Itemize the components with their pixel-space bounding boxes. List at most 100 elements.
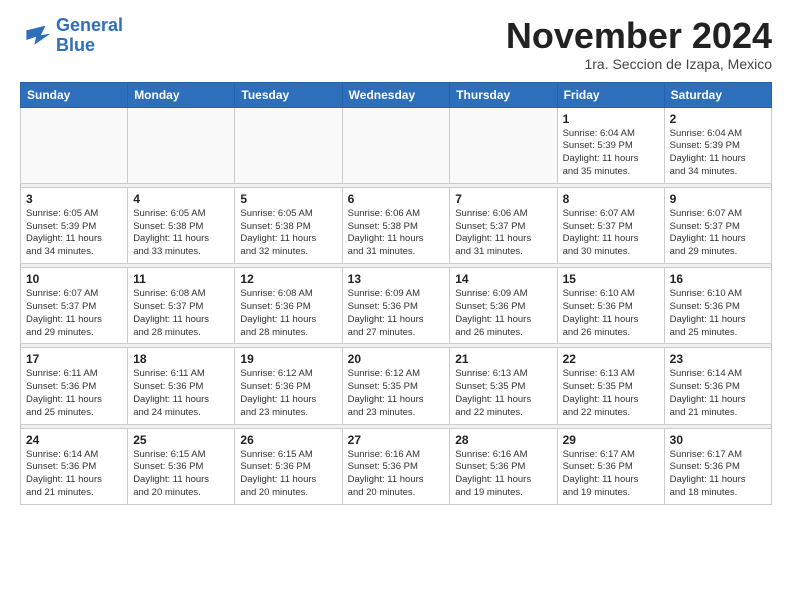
header: General Blue November 2024 1ra. Seccion …	[20, 16, 772, 72]
day-number: 2	[670, 112, 766, 126]
day-number: 12	[240, 272, 336, 286]
day-detail: Sunrise: 6:08 AMSunset: 5:37 PMDaylight:…	[133, 288, 229, 339]
calendar-cell: 4 Sunrise: 6:05 AMSunset: 5:38 PMDaylight…	[128, 187, 235, 263]
day-detail: Sunrise: 6:07 AMSunset: 5:37 PMDaylight:…	[26, 288, 122, 339]
day-detail: Sunrise: 6:14 AMSunset: 5:36 PMDaylight:…	[26, 449, 122, 500]
calendar-cell: 3 Sunrise: 6:05 AMSunset: 5:39 PMDaylight…	[21, 187, 128, 263]
calendar-week-row: 1 Sunrise: 6:04 AMSunset: 5:39 PMDaylight…	[21, 107, 772, 183]
logo: General Blue	[20, 16, 123, 56]
day-number: 29	[563, 433, 659, 447]
day-number: 18	[133, 352, 229, 366]
calendar-cell: 6 Sunrise: 6:06 AMSunset: 5:38 PMDaylight…	[342, 187, 450, 263]
day-number: 13	[348, 272, 445, 286]
location-subtitle: 1ra. Seccion de Izapa, Mexico	[506, 56, 772, 72]
col-header-saturday: Saturday	[664, 82, 771, 107]
calendar-cell: 9 Sunrise: 6:07 AMSunset: 5:37 PMDaylight…	[664, 187, 771, 263]
calendar-cell: 19 Sunrise: 6:12 AMSunset: 5:36 PMDayligh…	[235, 348, 342, 424]
calendar-table: SundayMondayTuesdayWednesdayThursdayFrid…	[20, 82, 772, 505]
calendar-cell: 24 Sunrise: 6:14 AMSunset: 5:36 PMDayligh…	[21, 428, 128, 504]
month-title: November 2024	[506, 16, 772, 56]
calendar-cell	[342, 107, 450, 183]
calendar-cell: 28Sunrise: 6:16 AMSunset: 5:36 PMDayligh…	[450, 428, 557, 504]
col-header-sunday: Sunday	[21, 82, 128, 107]
day-number: 23	[670, 352, 766, 366]
day-number: 4	[133, 192, 229, 206]
day-detail: Sunrise: 6:05 AMSunset: 5:39 PMDaylight:…	[26, 208, 122, 259]
day-detail: Sunrise: 6:04 AMSunset: 5:39 PMDaylight:…	[670, 128, 766, 179]
day-number: 15	[563, 272, 659, 286]
day-number: 5	[240, 192, 336, 206]
day-number: 10	[26, 272, 122, 286]
calendar-cell: 26Sunrise: 6:15 AMSunset: 5:36 PMDayligh…	[235, 428, 342, 504]
day-detail: Sunrise: 6:06 AMSunset: 5:37 PMDaylight:…	[455, 208, 551, 259]
day-number: 19	[240, 352, 336, 366]
day-number: 6	[348, 192, 445, 206]
col-header-thursday: Thursday	[450, 82, 557, 107]
day-detail: Sunrise: 6:12 AMSunset: 5:35 PMDaylight:…	[348, 368, 445, 419]
calendar-header-row: SundayMondayTuesdayWednesdayThursdayFrid…	[21, 82, 772, 107]
day-number: 17	[26, 352, 122, 366]
calendar-cell: 2 Sunrise: 6:04 AMSunset: 5:39 PMDaylight…	[664, 107, 771, 183]
col-header-wednesday: Wednesday	[342, 82, 450, 107]
calendar-cell: 13Sunrise: 6:09 AMSunset: 5:36 PMDayligh…	[342, 268, 450, 344]
day-number: 9	[670, 192, 766, 206]
logo-line1: General	[56, 15, 123, 35]
day-detail: Sunrise: 6:17 AMSunset: 5:36 PMDaylight:…	[563, 449, 659, 500]
day-number: 25	[133, 433, 229, 447]
day-number: 26	[240, 433, 336, 447]
day-detail: Sunrise: 6:05 AMSunset: 5:38 PMDaylight:…	[240, 208, 336, 259]
calendar-cell: 27Sunrise: 6:16 AMSunset: 5:36 PMDayligh…	[342, 428, 450, 504]
day-number: 21	[455, 352, 551, 366]
day-detail: Sunrise: 6:13 AMSunset: 5:35 PMDaylight:…	[563, 368, 659, 419]
calendar-cell: 18 Sunrise: 6:11 AMSunset: 5:36 PMDayligh…	[128, 348, 235, 424]
day-detail: Sunrise: 6:07 AMSunset: 5:37 PMDaylight:…	[670, 208, 766, 259]
day-detail: Sunrise: 6:04 AMSunset: 5:39 PMDaylight:…	[563, 128, 659, 179]
day-number: 3	[26, 192, 122, 206]
calendar-week-row: 10 Sunrise: 6:07 AMSunset: 5:37 PMDayligh…	[21, 268, 772, 344]
day-number: 8	[563, 192, 659, 206]
day-number: 20	[348, 352, 445, 366]
logo-text: General Blue	[56, 16, 123, 56]
day-number: 22	[563, 352, 659, 366]
day-detail: Sunrise: 6:15 AMSunset: 5:36 PMDaylight:…	[133, 449, 229, 500]
calendar-cell: 25 Sunrise: 6:15 AMSunset: 5:36 PMDayligh…	[128, 428, 235, 504]
logo-bird-icon	[20, 22, 52, 50]
calendar-cell: 22 Sunrise: 6:13 AMSunset: 5:35 PMDayligh…	[557, 348, 664, 424]
calendar-cell	[450, 107, 557, 183]
day-number: 11	[133, 272, 229, 286]
calendar-cell	[235, 107, 342, 183]
calendar-cell: 8 Sunrise: 6:07 AMSunset: 5:37 PMDaylight…	[557, 187, 664, 263]
day-detail: Sunrise: 6:08 AMSunset: 5:36 PMDaylight:…	[240, 288, 336, 339]
day-detail: Sunrise: 6:11 AMSunset: 5:36 PMDaylight:…	[26, 368, 122, 419]
col-header-monday: Monday	[128, 82, 235, 107]
day-detail: Sunrise: 6:06 AMSunset: 5:38 PMDaylight:…	[348, 208, 445, 259]
day-detail: Sunrise: 6:11 AMSunset: 5:36 PMDaylight:…	[133, 368, 229, 419]
day-detail: Sunrise: 6:14 AMSunset: 5:36 PMDaylight:…	[670, 368, 766, 419]
col-header-friday: Friday	[557, 82, 664, 107]
title-area: November 2024 1ra. Seccion de Izapa, Mex…	[506, 16, 772, 72]
day-number: 16	[670, 272, 766, 286]
logo-line2: Blue	[56, 35, 95, 55]
calendar-cell: 7 Sunrise: 6:06 AMSunset: 5:37 PMDaylight…	[450, 187, 557, 263]
calendar-cell: 16 Sunrise: 6:10 AMSunset: 5:36 PMDayligh…	[664, 268, 771, 344]
day-number: 1	[563, 112, 659, 126]
day-detail: Sunrise: 6:07 AMSunset: 5:37 PMDaylight:…	[563, 208, 659, 259]
calendar-week-row: 24 Sunrise: 6:14 AMSunset: 5:36 PMDayligh…	[21, 428, 772, 504]
day-number: 30	[670, 433, 766, 447]
calendar-cell	[21, 107, 128, 183]
calendar-week-row: 17 Sunrise: 6:11 AMSunset: 5:36 PMDayligh…	[21, 348, 772, 424]
calendar-cell: 21 Sunrise: 6:13 AMSunset: 5:35 PMDayligh…	[450, 348, 557, 424]
day-detail: Sunrise: 6:05 AMSunset: 5:38 PMDaylight:…	[133, 208, 229, 259]
day-number: 14	[455, 272, 551, 286]
day-number: 24	[26, 433, 122, 447]
day-number: 7	[455, 192, 551, 206]
day-detail: Sunrise: 6:10 AMSunset: 5:36 PMDaylight:…	[670, 288, 766, 339]
calendar-cell	[128, 107, 235, 183]
day-detail: Sunrise: 6:13 AMSunset: 5:35 PMDaylight:…	[455, 368, 551, 419]
day-detail: Sunrise: 6:17 AMSunset: 5:36 PMDaylight:…	[670, 449, 766, 500]
day-detail: Sunrise: 6:16 AMSunset: 5:36 PMDaylight:…	[348, 449, 445, 500]
day-detail: Sunrise: 6:09 AMSunset: 5:36 PMDaylight:…	[455, 288, 551, 339]
day-detail: Sunrise: 6:16 AMSunset: 5:36 PMDaylight:…	[455, 449, 551, 500]
calendar-week-row: 3 Sunrise: 6:05 AMSunset: 5:39 PMDaylight…	[21, 187, 772, 263]
day-detail: Sunrise: 6:12 AMSunset: 5:36 PMDaylight:…	[240, 368, 336, 419]
